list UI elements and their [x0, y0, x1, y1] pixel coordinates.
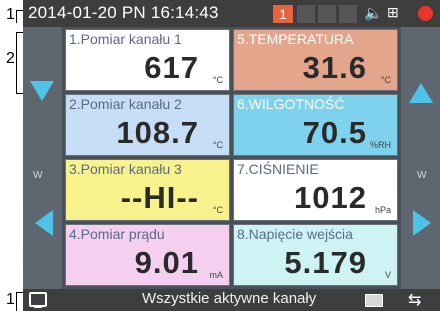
tile-unit: °C	[212, 140, 223, 150]
tile-channel-3[interactable]: 3.Pomiar kanału 3 --HI-- °C	[65, 159, 230, 221]
record-indicator	[418, 6, 433, 21]
device-screen: 2014-01-20 PN 16:14:43 1 🔈 ⊞ W W 1.Pomia…	[23, 0, 440, 311]
tile-title: 7.CIŚNIENIE	[237, 161, 319, 177]
tile-current[interactable]: 4.Pomiar prądu 9.01 mA	[65, 224, 230, 286]
tile-humidity[interactable]: 6.WILGOTNOŚĆ 70.5 %RH	[233, 94, 398, 156]
tile-value: 5.179	[284, 245, 367, 280]
tile-unit: mA	[209, 270, 224, 280]
status-bar: 2014-01-20 PN 16:14:43 1 🔈 ⊞	[23, 0, 440, 27]
callout-2-side: 2	[6, 50, 15, 67]
tile-value: 9.01	[134, 245, 199, 280]
tile-unit: V	[384, 270, 391, 280]
tile-title: 4.Pomiar prądu	[69, 226, 165, 242]
tile-value: --HI--	[120, 180, 199, 215]
right-w-label: W	[417, 170, 427, 181]
tile-value: 31.6	[302, 50, 367, 85]
status-message: Wszystkie aktywne kanały	[142, 290, 317, 307]
bottom-bar: Wszystkie aktywne kanały ⇆	[23, 289, 440, 311]
tile-unit: %RH	[369, 140, 391, 150]
callout-1-bottom: 1	[6, 291, 15, 308]
tile-title: 1.Pomiar kanału 1	[69, 31, 182, 47]
tile-unit: °C	[212, 75, 223, 85]
arrow-right-icon[interactable]	[413, 210, 431, 236]
right-nav-column: W	[401, 27, 440, 289]
datetime-display: 2014-01-20 PN 16:14:43	[28, 3, 219, 22]
usb-icon[interactable]: ⊞	[387, 4, 399, 21]
tile-value: 108.7	[116, 115, 199, 150]
tile-title: 3.Pomiar kanału 3	[69, 161, 182, 177]
tile-title: 8.Napięcie wejścia	[237, 226, 353, 242]
tile-pressure[interactable]: 7.CIŚNIENIE 1012 hPa	[233, 159, 398, 221]
status-slot-3	[339, 5, 357, 23]
monitor-icon[interactable]	[29, 292, 47, 307]
tile-channel-2[interactable]: 2.Pomiar kanału 2 108.7 °C	[65, 94, 230, 156]
speaker-icon[interactable]: 🔈	[364, 4, 383, 22]
keyboard-icon[interactable]	[365, 294, 383, 307]
tile-title: 5.TEMPERATURA	[237, 31, 354, 47]
status-slot-1	[297, 5, 315, 23]
tile-input-voltage[interactable]: 8.Napięcie wejścia 5.179 V	[233, 224, 398, 286]
callout-1-top: 1	[6, 6, 15, 23]
arrow-up-icon[interactable]	[409, 83, 433, 103]
monitor-stand	[34, 306, 42, 308]
tile-value: 70.5	[302, 115, 367, 150]
tile-title: 2.Pomiar kanału 2	[69, 96, 182, 112]
tile-value: 617	[144, 50, 199, 85]
tile-temperature[interactable]: 5.TEMPERATURA 31.6 °C	[233, 29, 398, 91]
tile-value: 1012	[294, 180, 367, 215]
arrow-left-icon[interactable]	[35, 210, 53, 236]
status-slot-2	[318, 5, 336, 23]
tile-unit: hPa	[374, 205, 391, 215]
tile-title: 6.WILGOTNOŚĆ	[237, 96, 345, 112]
tile-unit: °C	[380, 75, 391, 85]
left-nav-column: W	[23, 27, 62, 289]
arrow-down-icon[interactable]	[30, 81, 54, 101]
alarm-count-badge[interactable]: 1	[273, 5, 293, 23]
swap-arrows-icon[interactable]: ⇆	[408, 290, 421, 310]
tile-unit: °C	[212, 205, 223, 215]
tile-channel-1[interactable]: 1.Pomiar kanału 1 617 °C	[65, 29, 230, 91]
left-w-label: W	[33, 170, 43, 181]
